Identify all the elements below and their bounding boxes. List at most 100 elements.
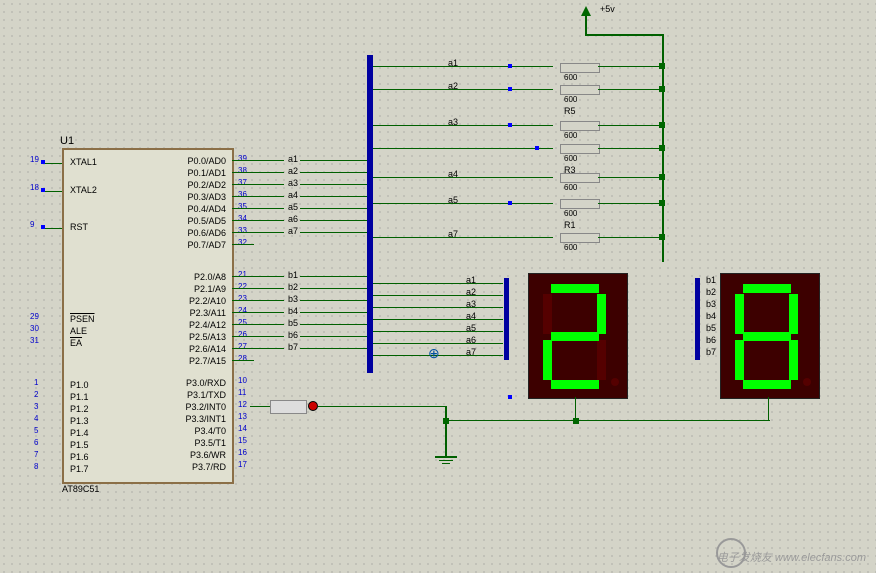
wire — [232, 312, 284, 313]
pin-name: ALE — [70, 326, 87, 336]
pin-num: 24 — [238, 306, 247, 315]
net-label: a6 — [288, 214, 298, 224]
wire — [373, 295, 503, 296]
pin-name: P1.2 — [70, 404, 89, 414]
net-label: a4 — [466, 311, 476, 321]
pin-name: XTAL2 — [70, 185, 97, 195]
pin-num: 6 — [34, 438, 38, 447]
pin-dot — [508, 64, 512, 68]
res-value: 600 — [564, 154, 577, 163]
pin-num: 10 — [238, 376, 247, 385]
pin-name: P0.4/AD4 — [180, 204, 226, 214]
pin-num: 38 — [238, 166, 247, 175]
junction-dot — [659, 86, 665, 92]
pin-name: P2.6/A14 — [180, 344, 226, 354]
net-label: a4 — [288, 190, 298, 200]
wire — [585, 16, 587, 34]
pin-num: 32 — [238, 238, 247, 247]
pin-name: P1.6 — [70, 452, 89, 462]
net-label: a1 — [466, 275, 476, 285]
pin-name: P2.5/A13 — [180, 332, 226, 342]
wire — [232, 160, 284, 161]
net-label: a3 — [288, 178, 298, 188]
net-label: a3 — [466, 299, 476, 309]
pin-num: 9 — [30, 220, 34, 229]
chip-part: AT89C51 — [62, 484, 99, 494]
wire — [232, 348, 284, 349]
chip-ref: U1 — [60, 135, 74, 147]
wire — [598, 89, 662, 90]
pin-num: 3 — [34, 402, 38, 411]
resistor[interactable] — [560, 199, 600, 209]
net-label: a2 — [448, 81, 458, 91]
gnd-symbol — [435, 456, 457, 458]
wire — [232, 184, 284, 185]
wire — [318, 406, 446, 407]
pin-num: 31 — [30, 336, 39, 345]
resistor[interactable] — [560, 173, 600, 183]
net-label: b2 — [706, 287, 716, 297]
resistor[interactable] — [560, 144, 600, 154]
pin-num: 28 — [238, 354, 247, 363]
junction-dot — [659, 174, 665, 180]
seg-g — [743, 332, 791, 341]
pin-name: P2.0/A8 — [180, 272, 226, 282]
pin-num: 2 — [34, 390, 38, 399]
seven-segment-display-1[interactable] — [528, 273, 628, 399]
seg-b — [789, 294, 798, 334]
pin-num: 36 — [238, 190, 247, 199]
gnd-symbol — [439, 460, 453, 461]
seg-dp — [611, 378, 619, 386]
resistor[interactable] — [560, 85, 600, 95]
seg-c — [789, 340, 798, 380]
pin-num: 8 — [34, 462, 38, 471]
wire — [373, 148, 553, 149]
net-label: a2 — [288, 166, 298, 176]
wire — [300, 232, 367, 233]
pin-name: P0.1/AD1 — [180, 168, 226, 178]
wire — [373, 89, 553, 90]
seg-b — [597, 294, 606, 334]
res-ref: R5 — [564, 106, 576, 116]
button-indicator — [308, 401, 318, 411]
seg-a — [743, 284, 791, 293]
resistor[interactable] — [560, 63, 600, 73]
junction-dot — [443, 418, 449, 424]
wire — [373, 343, 503, 344]
wire — [300, 324, 367, 325]
pin-name: PSEN — [70, 314, 95, 324]
pin-name: P3.0/RXD — [175, 378, 226, 388]
pin-name: P3.4/T0 — [175, 426, 226, 436]
wire — [232, 336, 284, 337]
net-label: a2 — [466, 287, 476, 297]
seven-segment-display-2[interactable] — [720, 273, 820, 399]
seg-d — [743, 380, 791, 389]
pin-num: 29 — [30, 312, 39, 321]
resistor[interactable] — [560, 121, 600, 131]
seg-a — [551, 284, 599, 293]
wire — [300, 208, 367, 209]
net-label: a5 — [466, 323, 476, 333]
wire — [300, 348, 367, 349]
wire — [232, 300, 284, 301]
wire — [250, 406, 270, 407]
pin-num: 35 — [238, 202, 247, 211]
vcc-arrow-icon — [581, 6, 591, 16]
pin-name: P3.6/WR — [175, 450, 226, 460]
wire — [373, 237, 553, 238]
wire — [373, 125, 553, 126]
res-value: 600 — [564, 131, 577, 140]
seg-f — [735, 294, 744, 334]
net-label: b7 — [706, 347, 716, 357]
pin-name: P0.3/AD3 — [180, 192, 226, 202]
pin-num: 4 — [34, 414, 38, 423]
wire — [445, 420, 770, 421]
resistor[interactable] — [560, 233, 600, 243]
push-button[interactable] — [270, 400, 307, 414]
junction-dot — [573, 418, 579, 424]
wire — [598, 125, 662, 126]
wire — [373, 307, 503, 308]
pin-num: 25 — [238, 318, 247, 327]
bus-line — [367, 55, 373, 373]
wire — [300, 196, 367, 197]
